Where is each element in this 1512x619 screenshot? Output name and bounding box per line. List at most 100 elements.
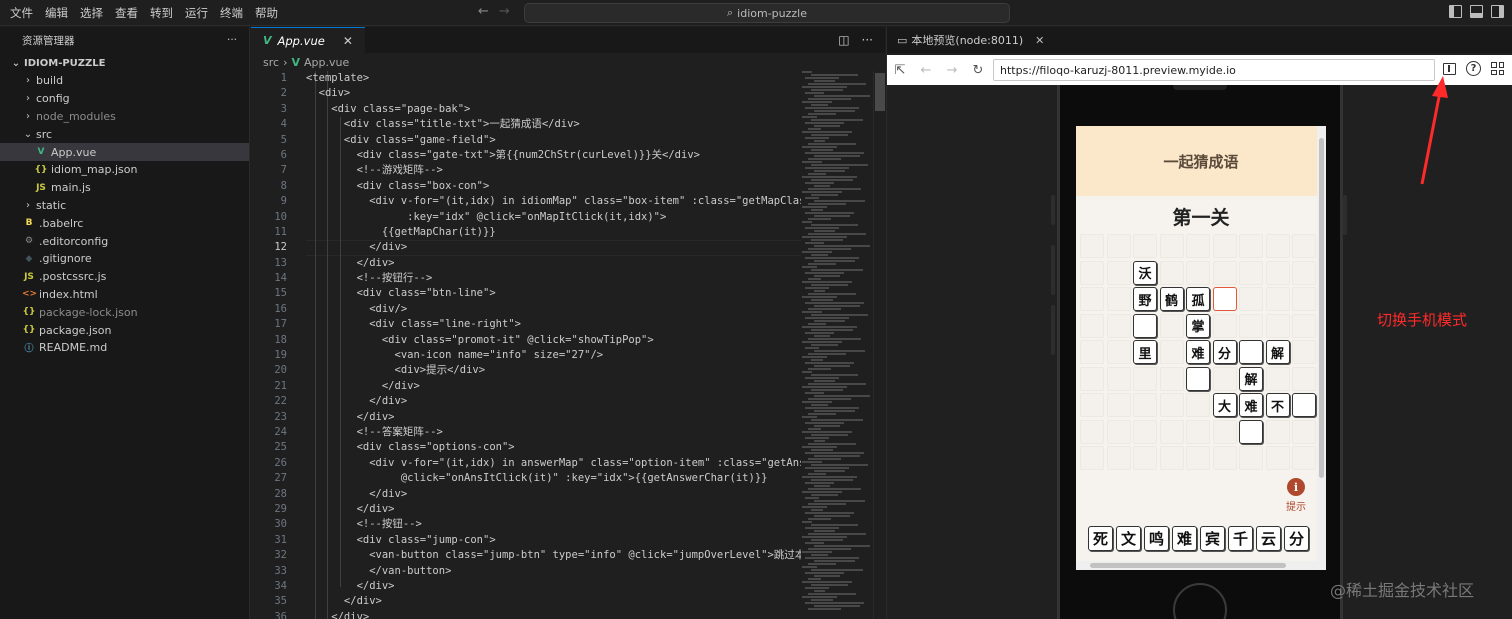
code-line[interactable]: </div> (306, 256, 801, 271)
board-tile[interactable]: 孤 (1186, 287, 1210, 311)
code-line[interactable]: </div> (306, 594, 801, 609)
tree-item[interactable]: JS .postcssrc.js (0, 268, 249, 286)
answer-option[interactable]: 鸣 (1144, 526, 1169, 551)
tree-item[interactable]: › static (0, 197, 249, 215)
tree-item[interactable]: › build (0, 72, 249, 90)
code-line[interactable]: </div> (306, 240, 801, 255)
menu-item[interactable]: 文件 (4, 5, 39, 21)
menu-item[interactable]: 查看 (109, 5, 144, 21)
tree-item[interactable]: JS main.js (0, 179, 249, 197)
forward-arrow-icon[interactable]: → (939, 63, 965, 78)
answer-option[interactable]: 难 (1172, 526, 1197, 551)
tree-item[interactable]: › config (0, 90, 249, 108)
answer-option[interactable]: 死 (1088, 526, 1113, 551)
answer-option[interactable]: 文 (1116, 526, 1141, 551)
back-arrow-icon[interactable]: ← (913, 63, 939, 78)
board-tile[interactable] (1239, 340, 1263, 364)
code-line[interactable]: <div> (306, 86, 801, 101)
split-editor-icon[interactable]: ◫ (838, 33, 849, 47)
tree-item[interactable]: ⌄ src (0, 125, 249, 143)
explorer-root-folder[interactable]: ⌄ IDIOM-PUZZLE (0, 54, 249, 72)
code-line[interactable]: <template> (306, 71, 801, 86)
menu-item[interactable]: 终端 (214, 5, 249, 21)
code-line[interactable]: <div v-for="(it,idx) in idiomMap" class=… (306, 194, 801, 209)
board-tile[interactable]: 解 (1265, 340, 1290, 364)
editor-scrollbar[interactable] (873, 71, 885, 619)
scrollbar-thumb[interactable] (875, 73, 885, 111)
board-tile[interactable] (1186, 366, 1210, 391)
code-line[interactable]: </div> (306, 487, 801, 502)
scrollbar-thumb[interactable] (1090, 563, 1286, 568)
code-line[interactable]: <div v-for="(it,idx) in answerMap" class… (306, 456, 801, 471)
code-area[interactable]: 1 2 3 4 5 6 7 8 9 10 11 12 13 14 15 16 17 18 19 20 21 22 23 24 2… (251, 71, 885, 619)
code-line[interactable]: </div> (306, 579, 801, 594)
tab-app-vue[interactable]: V App.vue ✕ (251, 27, 365, 53)
code-line[interactable]: <van-icon name="info" size="27"/> (306, 348, 801, 363)
code-line[interactable]: </van-button> (306, 564, 801, 579)
help-icon[interactable]: ? (1466, 61, 1481, 76)
menu-item[interactable]: 选择 (74, 5, 109, 21)
url-input[interactable]: https://filoqo-karuzj-8011.preview.myide… (993, 59, 1435, 81)
code-line[interactable]: <div class="page-bak"> (306, 102, 801, 117)
board-tile[interactable] (1239, 419, 1263, 444)
code-text[interactable]: <template> <div> <div class="page-bak"> … (306, 71, 801, 619)
screen-vertical-scrollbar[interactable] (1317, 126, 1326, 562)
code-line[interactable]: <div class="options-con"> (306, 440, 801, 455)
scrollbar-thumb[interactable] (1319, 138, 1324, 478)
code-line[interactable]: <!--游戏矩阵--> (306, 163, 801, 178)
explorer-more-icon[interactable]: ··· (227, 34, 237, 46)
screen-horizontal-scrollbar[interactable] (1076, 561, 1326, 570)
board-tile[interactable]: 大 (1212, 393, 1237, 417)
qr-code-icon[interactable] (1491, 62, 1504, 75)
code-line[interactable]: <div>提示</div> (306, 363, 801, 378)
breadcrumb-folder[interactable]: src (263, 56, 279, 69)
tree-item[interactable]: ◆ .gitignore (0, 250, 249, 268)
back-arrow-icon[interactable]: ← (478, 4, 489, 19)
board-tile[interactable]: 解 (1239, 366, 1263, 391)
code-line[interactable]: :key="idx" @click="onMapItClick(it,idx)"… (306, 210, 801, 225)
code-line[interactable]: <div class="title-txt">一起猜成语</div> (306, 117, 801, 132)
code-line[interactable]: <div/> (306, 302, 801, 317)
tree-item[interactable]: ⚙ .editorconfig (0, 232, 249, 250)
code-line[interactable]: <div class="box-con"> (306, 179, 801, 194)
code-line[interactable]: <div class="line-right"> (306, 317, 801, 332)
board-tile[interactable]: 掌 (1186, 313, 1210, 338)
tree-item[interactable]: › node_modules (0, 108, 249, 126)
code-line[interactable]: <!--答案矩阵--> (306, 425, 801, 440)
tree-item[interactable]: <> index.html (0, 286, 249, 304)
menu-item[interactable]: 帮助 (249, 5, 284, 21)
preview-tab[interactable]: ▭ 本地预览(node:8011) ✕ (887, 27, 1512, 53)
code-line[interactable]: <div class="gate-txt">第{{num2ChStr(curLe… (306, 148, 801, 163)
board-tile[interactable] (1292, 393, 1316, 417)
mobile-mode-toggle-icon[interactable] (1443, 62, 1456, 75)
tip-button[interactable]: i 提示 (1281, 478, 1311, 513)
tree-item[interactable]: {} idiom_map.json (0, 161, 249, 179)
code-line[interactable]: <van-button class="jump-btn" type="info"… (306, 548, 801, 563)
forward-arrow-icon[interactable]: → (499, 4, 510, 19)
code-line[interactable]: <div class="promot-it" @click="showTipPo… (306, 333, 801, 348)
code-line[interactable]: <!--按钮--> (306, 517, 801, 532)
tree-item[interactable]: {} package.json (0, 321, 249, 339)
code-line[interactable]: <!--按钮行--> (306, 271, 801, 286)
board-tile[interactable] (1212, 287, 1237, 311)
answer-option[interactable]: 云 (1256, 526, 1281, 551)
close-icon[interactable]: ✕ (1035, 34, 1044, 47)
menu-item[interactable]: 运行 (179, 5, 214, 21)
answer-option[interactable]: 千 (1228, 526, 1253, 551)
more-actions-icon[interactable]: ··· (862, 33, 873, 47)
code-line[interactable]: </div> (306, 502, 801, 517)
toggle-panel-icon[interactable] (1470, 5, 1483, 18)
breadcrumb-file[interactable]: App.vue (304, 56, 349, 69)
tree-item[interactable]: B .babelrc (0, 214, 249, 232)
minimap[interactable] (802, 71, 872, 619)
tree-item[interactable]: V App.vue (0, 143, 249, 161)
board-tile[interactable]: 难 (1186, 340, 1210, 364)
code-line[interactable]: </div> (306, 610, 801, 619)
code-line[interactable]: <div class="btn-line"> (306, 286, 801, 301)
board-tile[interactable]: 鹤 (1159, 287, 1184, 311)
board-tile[interactable]: 分 (1212, 340, 1237, 364)
code-line[interactable]: {{getMapChar(it)}} (306, 225, 801, 240)
close-icon[interactable]: ✕ (343, 34, 353, 48)
tree-item[interactable]: ⓘ README.md (0, 339, 249, 357)
answer-option[interactable]: 宾 (1200, 526, 1225, 551)
